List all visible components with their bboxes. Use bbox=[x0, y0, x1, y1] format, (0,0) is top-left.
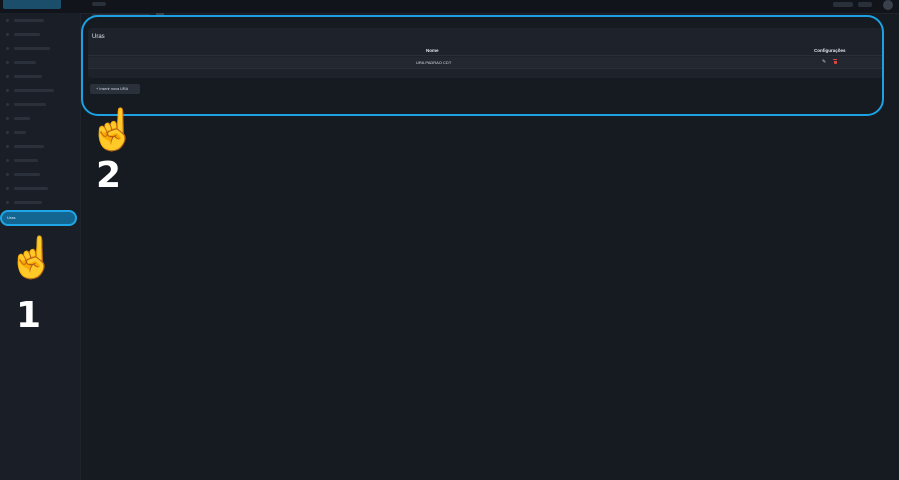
menu-dot-icon bbox=[6, 187, 9, 190]
menu-dot-icon bbox=[6, 131, 9, 134]
menu-dot-icon bbox=[6, 89, 9, 92]
sidebar-item-label: Uras bbox=[7, 215, 16, 220]
menu-dot-icon bbox=[6, 47, 9, 50]
topbar-menu-toggle[interactable] bbox=[92, 2, 106, 6]
menu-dot-icon bbox=[6, 33, 9, 36]
menu-dot-icon bbox=[6, 145, 9, 148]
menu-dot-icon bbox=[6, 19, 9, 22]
step-number: 2 bbox=[96, 155, 122, 196]
menu-dot-icon bbox=[6, 159, 9, 162]
sidebar-item-uras[interactable]: Uras bbox=[0, 210, 77, 226]
pointing-hand-icon: ☝️ bbox=[7, 236, 57, 280]
menu-dot-icon bbox=[6, 201, 9, 204]
pointing-hand-icon: ☝️ bbox=[88, 108, 138, 152]
menu-dot-icon bbox=[6, 103, 9, 106]
topbar-user-menu[interactable] bbox=[833, 2, 853, 7]
top-bar bbox=[0, 0, 899, 14]
highlight-outline bbox=[81, 15, 884, 116]
menu-dot-icon bbox=[6, 117, 9, 120]
step-number: 1 bbox=[16, 295, 42, 336]
menu-dot-icon bbox=[6, 173, 9, 176]
app-logo[interactable] bbox=[3, 0, 61, 9]
topbar-settings[interactable] bbox=[858, 2, 872, 7]
menu-dot-icon bbox=[6, 75, 9, 78]
menu-dot-icon bbox=[6, 61, 9, 64]
avatar[interactable] bbox=[883, 0, 893, 10]
